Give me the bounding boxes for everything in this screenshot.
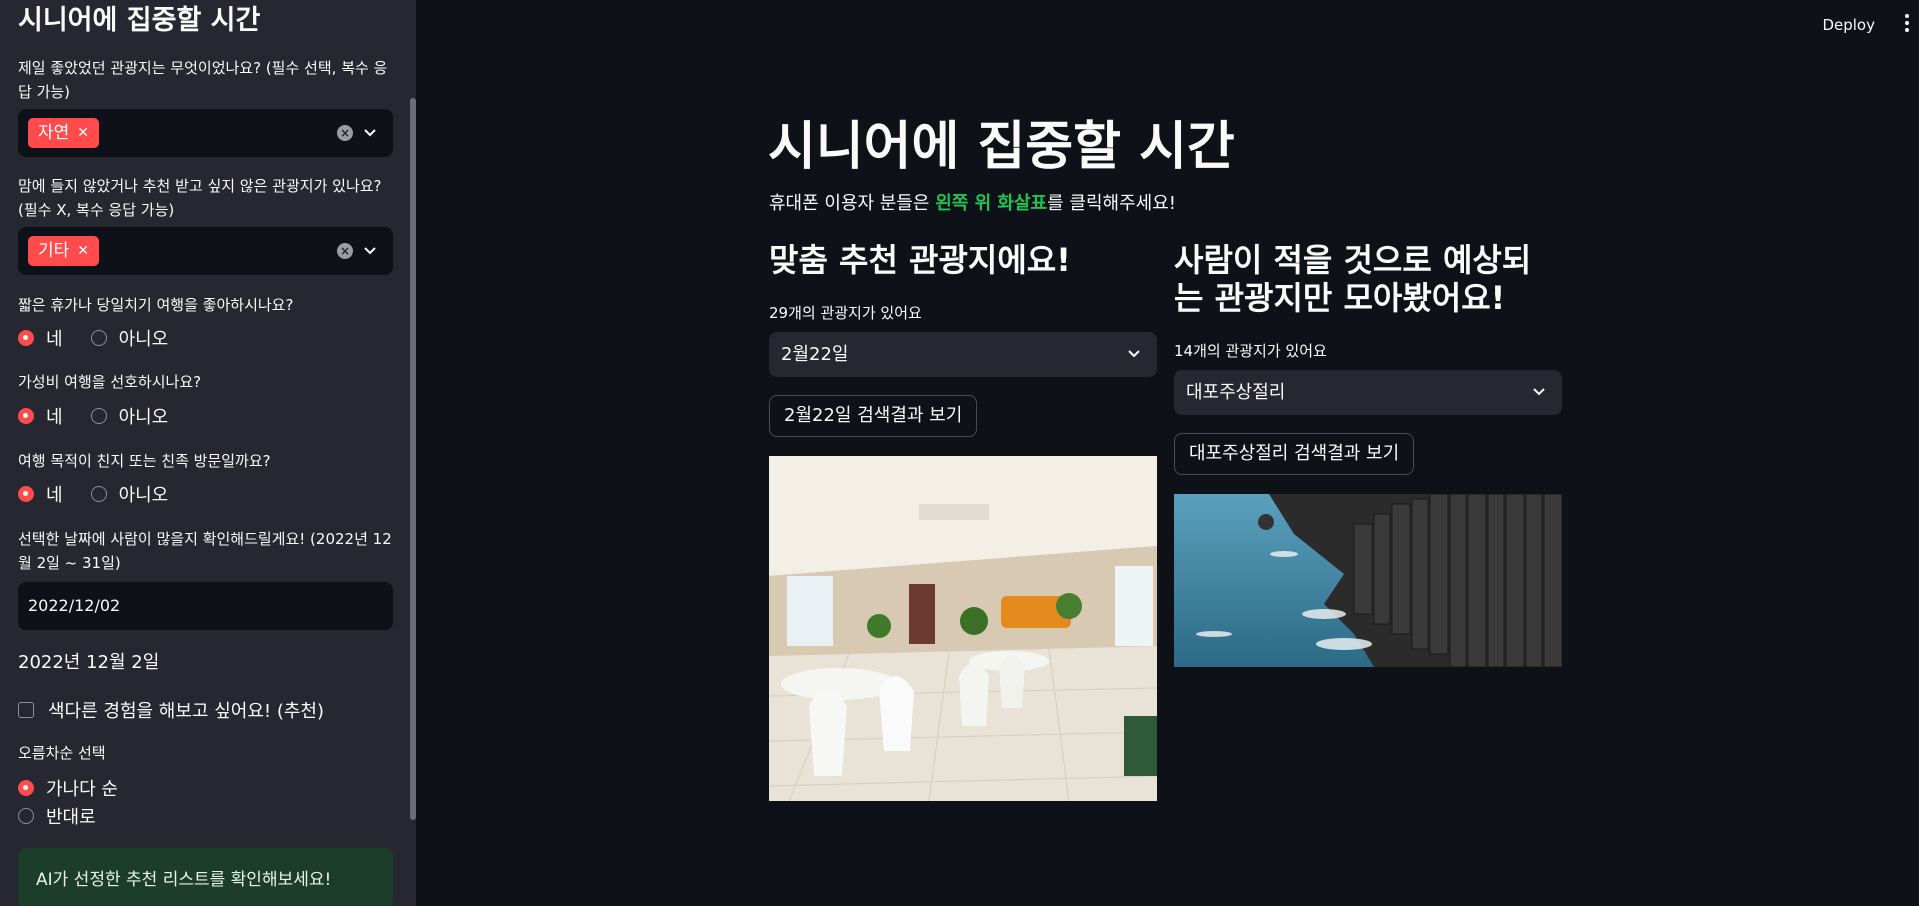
radio-option-yes[interactable]: 네 [18,481,63,507]
date-input[interactable]: 2022/12/02 [18,582,393,630]
radio-option-no[interactable]: 아니오 [90,403,169,429]
chevron-down-icon[interactable] [363,244,377,258]
deploy-button[interactable]: Deploy [1814,12,1883,38]
radio-button[interactable] [90,486,107,502]
radio-button[interactable] [18,486,34,502]
radio-button[interactable] [18,780,34,796]
value-trip-radio-group: 네 아니오 [18,403,196,429]
radio-label: 네 [46,407,63,428]
radio-button[interactable] [18,330,34,346]
radio-option-yes[interactable]: 네 [18,325,63,351]
select-value: 대포주상절리 [1186,382,1286,403]
more-menu-icon[interactable] [1905,14,1909,32]
tag-label: 자연 [38,123,70,143]
radio-button[interactable] [18,808,34,824]
uncrowded-title-line2: 는 관광지만 모아봤어요! [1174,279,1506,317]
radio-label: 아니오 [118,407,169,428]
radio-label: 네 [46,329,63,350]
date-label: 선택한 날짜에 사람이 많을지 확인해드릴게요! (2022년 12월 2일 ~… [18,530,392,572]
sort-option-desc[interactable]: 반대로 [18,803,96,829]
sidebar: 시니어에 집중할 시간 제일 좋았었던 관광지는 무엇이었나요? (필수 선택,… [0,0,416,906]
radio-option-no[interactable]: 아니오 [90,325,169,351]
short-trip-radio-group: 네 아니오 [18,325,196,351]
sort-label: 오름차순 선택 [18,744,106,762]
excluded-spot-multiselect[interactable]: 기타 ✕ × [18,227,393,275]
q2-label: 맘에 들지 않았거나 추천 받고 싶지 않은 관광지가 있나요? (필수 X, … [18,177,382,219]
selected-tag[interactable]: 자연 ✕ [28,118,100,148]
intro-pre: 휴대폰 이용자 분들은 [769,193,936,214]
radio-button[interactable] [90,408,107,424]
uncrowded-count: 14개의 관광지가 있어요 [1174,342,1327,360]
chevron-down-icon [1128,350,1140,358]
q1-label: 제일 좋았었던 관광지는 무엇이었나요? (필수 선택, 복수 응답 가능) [18,59,388,101]
selected-tag[interactable]: 기타 ✕ [28,236,100,266]
cafe-interior-image [769,456,1157,801]
radio-option-no[interactable]: 아니오 [90,481,169,507]
radio-label: 아니오 [118,329,169,350]
q5-label: 여행 목적이 친지 또는 친족 방문일까요? [18,452,271,470]
clear-icon[interactable]: × [337,125,353,141]
uncrowded-select[interactable]: 대포주상절리 [1174,370,1562,415]
radio-label: 반대로 [46,807,96,828]
chevron-down-icon [1533,388,1545,396]
radio-option-yes[interactable]: 네 [18,403,63,429]
tag-remove-icon[interactable]: ✕ [77,236,89,266]
checkbox[interactable] [18,702,34,718]
tag-remove-icon[interactable]: ✕ [77,118,89,148]
favorite-spot-multiselect[interactable]: 자연 ✕ × [18,109,393,157]
checkbox-label: 색다른 경험을 해보고 싶어요! (추천) [48,701,324,722]
q4-label: 가성비 여행을 선호하시나요? [18,373,202,391]
radio-label: 아니오 [118,485,169,506]
uncrowded-search-button[interactable]: 대포주상절리 검색결과 보기 [1174,433,1415,475]
recommended-select[interactable]: 2월22일 [769,332,1157,377]
new-experience-checkbox-row[interactable]: 색다른 경험을 해보고 싶어요! (추천) [18,697,324,723]
sidebar-scrollbar[interactable] [410,98,416,820]
ai-recommendation-info: AI가 선정한 추천 리스트를 확인해보세요! [18,848,393,906]
chevron-down-icon[interactable] [363,126,377,140]
radio-label: 네 [46,485,63,506]
recommended-title: 맞춤 추천 관광지에요! [769,241,1071,279]
intro-text: 휴대폰 이용자 분들은 왼쪽 위 화살표를 클릭해주세요! [769,189,1176,215]
radio-button[interactable] [90,330,107,346]
page-title: 시니어에 집중할 시간 [768,117,1235,177]
radio-button[interactable] [18,408,34,424]
intro-post: 를 클릭해주세요! [1047,193,1176,214]
sort-option-asc[interactable]: 가나다 순 [18,775,118,801]
basalt-cliff-image [1174,494,1562,667]
recommended-search-button[interactable]: 2월22일 검색결과 보기 [769,395,978,437]
radio-label: 가나다 순 [46,779,118,800]
intro-highlight: 왼쪽 위 화살표 [935,193,1048,214]
recommended-count: 29개의 관광지가 있어요 [769,304,922,322]
selected-date-text: 2022년 12월 2일 [18,652,160,673]
uncrowded-title: 사람이 적을 것으로 예상되 는 관광지만 모아봤어요! [1174,241,1531,317]
tag-label: 기타 [38,241,70,261]
uncrowded-title-line1: 사람이 적을 것으로 예상되 [1174,241,1532,279]
select-value: 2월22일 [781,344,849,365]
q3-label: 짧은 휴가나 당일치기 여행을 좋아하시나요? [18,296,294,314]
sidebar-title: 시니어에 집중할 시간 [18,5,261,36]
family-visit-radio-group: 네 아니오 [18,481,196,507]
clear-icon[interactable]: × [337,243,353,259]
